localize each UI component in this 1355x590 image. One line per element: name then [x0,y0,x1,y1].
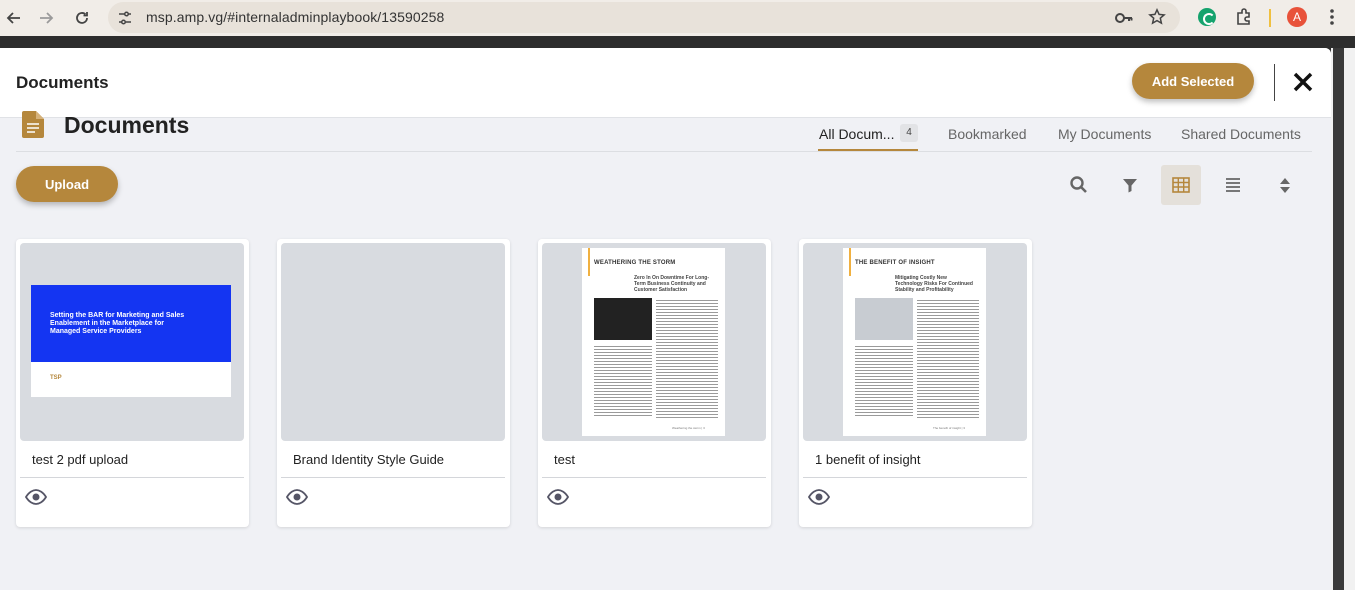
document-card[interactable]: WEATHERING THE STORM Zero In On Downtime… [538,239,771,527]
back-arrow-icon[interactable] [2,6,26,30]
eye-icon[interactable] [285,488,309,506]
page-heading: WEATHERING THE STORM [594,260,676,266]
cover-logo: TSP [50,375,62,381]
header-divider [1274,64,1275,101]
page-photo [594,298,652,340]
add-selected-button[interactable]: Add Selected [1132,63,1254,99]
forward-arrow-icon[interactable] [34,6,58,30]
document-thumbnail[interactable]: Setting the BAR for Marketing and Sales … [20,243,244,441]
tabs-divider [16,151,1312,152]
page-footer: The benefit of insight | 3 [933,426,965,430]
tab-all-documents[interactable]: All Docum... [819,126,894,142]
filter-icon[interactable] [1110,165,1150,205]
text-lines [594,344,652,418]
document-thumbnail[interactable]: THE BENEFIT OF INSIGHT Mitigating Costly… [803,243,1027,441]
card-divider [542,477,766,478]
sort-icon[interactable] [1265,165,1305,205]
document-name[interactable]: test 2 pdf upload [32,452,128,467]
address-bar[interactable]: msp.amp.vg/#internaladminplaybook/135902… [108,2,1180,33]
eye-icon[interactable] [24,488,48,506]
card-divider [20,477,244,478]
toolbar-divider [1269,9,1271,27]
modal-title: Documents [16,73,109,92]
page-illustration [855,298,913,340]
modal-header: Documents Add Selected [0,48,1331,118]
reload-icon[interactable] [70,6,94,30]
extensions-puzzle-icon[interactable] [1234,7,1254,27]
page-heading: THE BENEFIT OF INSIGHT [855,260,935,266]
documents-modal: Documents Add Selected Documents All Doc… [0,48,1331,590]
grid-view-icon[interactable] [1161,165,1201,205]
document-icon [22,111,44,138]
text-lines [855,344,913,418]
page-accent-bar [849,248,851,276]
document-card[interactable]: THE BENEFIT OF INSIGHT Mitigating Costly… [799,239,1032,527]
list-view-icon[interactable] [1213,165,1253,205]
card-divider [803,477,1027,478]
tab-my-documents[interactable]: My Documents [1058,126,1151,142]
password-key-icon[interactable] [1114,9,1134,27]
section-title: Documents [64,112,190,138]
page-subheading: Mitigating Costly New Technology Risks F… [895,275,973,293]
text-lines [917,298,979,418]
article-page: WEATHERING THE STORM Zero In On Downtime… [582,248,725,436]
tab-shared-documents[interactable]: Shared Documents [1181,126,1301,142]
site-settings-icon[interactable] [116,9,134,27]
document-name[interactable]: test [554,452,575,467]
profile-avatar[interactable]: A [1287,7,1307,27]
tab-bookmarked[interactable]: Bookmarked [948,126,1027,142]
browser-toolbar: msp.amp.vg/#internaladminplaybook/135902… [0,0,1355,36]
page-subheading: Zero In On Downtime For Long-Term Busine… [634,275,709,293]
bookmark-star-icon[interactable] [1148,7,1166,26]
document-name[interactable]: 1 benefit of insight [815,452,921,467]
cover-banner: Setting the BAR for Marketing and Sales … [31,285,231,362]
card-divider [281,477,505,478]
eye-icon[interactable] [546,488,570,506]
document-thumbnail[interactable] [281,243,505,441]
document-thumbnail[interactable]: WEATHERING THE STORM Zero In On Downtime… [542,243,766,441]
browser-menu-icon[interactable] [1322,7,1342,27]
cover-page: Setting the BAR for Marketing and Sales … [31,285,231,397]
url-text[interactable]: msp.amp.vg/#internaladminplaybook/135902… [146,9,444,25]
document-card[interactable]: Setting the BAR for Marketing and Sales … [16,239,249,527]
document-card[interactable]: Brand Identity Style Guide [277,239,510,527]
cover-text: Setting the BAR for Marketing and Sales … [50,312,185,335]
document-name[interactable]: Brand Identity Style Guide [293,452,444,467]
page-accent-bar [588,248,590,276]
article-page: THE BENEFIT OF INSIGHT Mitigating Costly… [843,248,986,436]
close-icon[interactable] [1290,69,1316,95]
tab-count-badge: 4 [900,124,918,142]
eye-icon[interactable] [807,488,831,506]
page-backdrop [0,36,1355,48]
page-footer: Weathering the storm | 3 [672,426,705,430]
scrollbar-thumb[interactable] [1333,48,1344,590]
grammarly-extension-icon[interactable] [1198,8,1216,26]
text-lines [656,298,718,418]
search-icon[interactable] [1059,165,1099,205]
upload-button[interactable]: Upload [16,166,118,202]
